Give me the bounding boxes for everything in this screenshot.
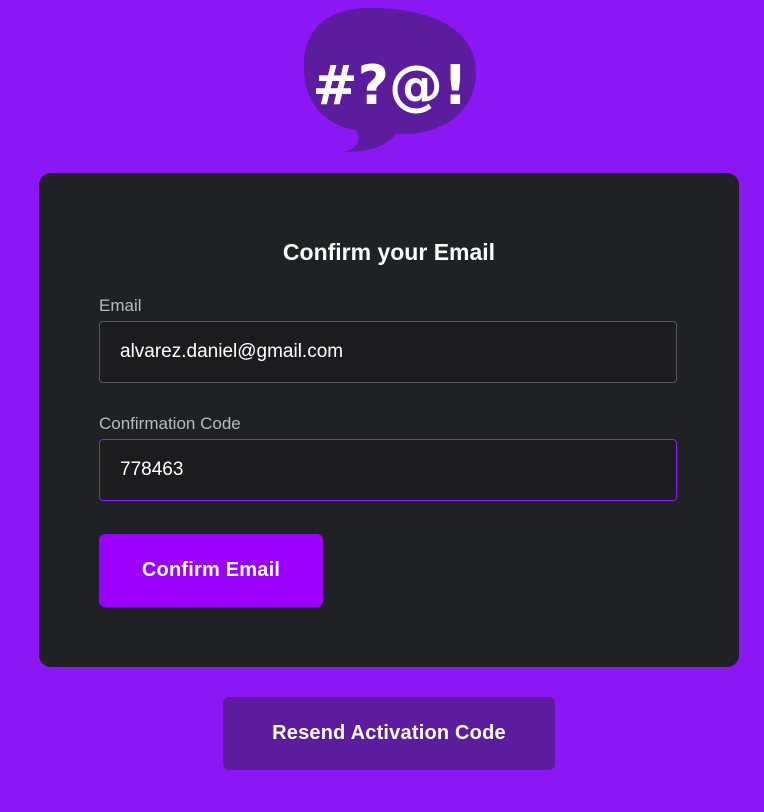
resend-activation-code-button[interactable]: Resend Activation Code (223, 697, 555, 770)
confirmation-code-field[interactable] (99, 439, 677, 501)
confirm-email-button[interactable]: Confirm Email (99, 534, 323, 607)
email-label: Email (99, 296, 142, 315)
email-field[interactable] (99, 321, 677, 383)
speech-bubble-logo-icon: #?@! (303, 8, 476, 152)
logo: #?@! (300, 6, 480, 158)
confirmation-code-label: Confirmation Code (99, 414, 241, 433)
logo-text: #?@! (312, 54, 467, 117)
page-title: Confirm your Email (282, 239, 496, 265)
